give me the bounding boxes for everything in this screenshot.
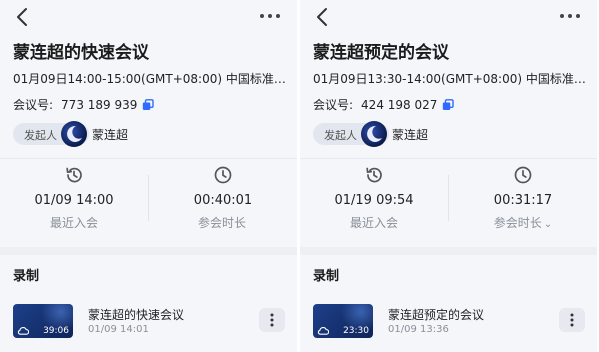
duration-value: 00:40:01 [193, 193, 253, 208]
chevron-down-icon[interactable]: ⌄ [544, 219, 552, 230]
meeting-id-row: 会议号: 424 198 027 [313, 96, 455, 113]
recording-time: 01/09 13:36 [388, 324, 449, 335]
meeting-id-label: 会议号: [13, 98, 54, 112]
meeting-detail-panel-left: 蒙连超的快速会议 01月09日14:00-15:00(GMT+08:00) 中国… [0, 0, 297, 352]
duration-stat: 00:40:01 参会时长 [153, 160, 293, 238]
more-horizontal-icon[interactable] [557, 6, 583, 26]
recording-time: 01/09 14:01 [88, 324, 149, 335]
divider [0, 158, 297, 159]
recording-more-button[interactable] [559, 308, 585, 332]
last-join-label: 最近入会 [349, 216, 398, 230]
history-clock-icon [366, 167, 382, 183]
top-bar [300, 0, 597, 34]
recording-thumbnail[interactable]: 23:30 [313, 304, 373, 338]
top-bar [0, 0, 297, 34]
last-join-stat: 01/19 09:54 最近入会 [304, 160, 444, 238]
last-join-label: 最近入会 [49, 216, 98, 230]
meeting-detail-panel-right: 蒙连超预定的会议 01月09日13:30-14:00(GMT+08:00) 中国… [300, 0, 597, 352]
moon-icon [367, 125, 382, 142]
clock-icon [514, 166, 532, 184]
recordings-section-title: 录制 [313, 269, 340, 284]
avatar[interactable] [61, 121, 87, 147]
meeting-time: 01月09日13:30-14:00(GMT+08:00) 中国标准时间... [313, 72, 591, 86]
recording-name: 蒙连超的快速会议 [88, 308, 185, 322]
recording-duration: 23:30 [343, 326, 369, 336]
section-separator [0, 247, 297, 255]
history-clock-icon [66, 167, 82, 183]
more-vertical-icon [270, 313, 274, 327]
recording-duration: 39:06 [43, 326, 69, 336]
duration-stat[interactable]: 00:31:17 参会时长 ⌄ [453, 160, 593, 238]
chevron-left-icon[interactable] [12, 6, 34, 28]
duration-label-text: 参会时长 [197, 216, 246, 230]
host-label: 发起人 [324, 129, 357, 142]
chevron-left-icon[interactable] [312, 6, 334, 28]
meeting-id-label: 会议号: [313, 98, 354, 112]
meeting-time: 01月09日14:00-15:00(GMT+08:00) 中国标准时间... [13, 72, 291, 86]
recording-name: 蒙连超预定的会议 [388, 308, 485, 322]
host-name: 蒙连超 [392, 128, 429, 142]
divider [300, 158, 597, 159]
section-separator [300, 247, 597, 255]
duration-label[interactable]: 参会时长 ⌄ [453, 214, 593, 231]
more-vertical-icon [570, 313, 574, 327]
last-join-value: 01/19 09:54 [334, 193, 414, 208]
copy-icon[interactable] [442, 98, 455, 111]
divider-vertical [148, 175, 149, 221]
clock-icon [214, 166, 232, 184]
cloud-icon [317, 327, 329, 335]
meeting-id-value: 773 189 939 [61, 97, 138, 112]
cloud-icon [17, 327, 29, 335]
moon-icon [67, 125, 82, 142]
recording-more-button[interactable] [259, 308, 285, 332]
avatar[interactable] [361, 121, 387, 147]
host-label: 发起人 [24, 129, 57, 142]
duration-label: 参会时长 [153, 214, 293, 231]
last-join-stat: 01/09 14:00 最近入会 [4, 160, 144, 238]
divider-vertical [448, 175, 449, 221]
meeting-id-row: 会议号: 773 189 939 [13, 96, 155, 113]
more-horizontal-icon[interactable] [257, 6, 283, 26]
host-name: 蒙连超 [92, 128, 129, 142]
recording-item[interactable]: 39:06 蒙连超的快速会议 01/09 14:01 [0, 298, 297, 342]
duration-label-text: 参会时长 [493, 216, 542, 230]
recordings-section-title: 录制 [13, 269, 40, 284]
recording-item[interactable]: 23:30 蒙连超预定的会议 01/09 13:36 [300, 298, 597, 342]
meeting-title: 蒙连超的快速会议 [13, 43, 149, 63]
duration-value: 00:31:17 [493, 193, 553, 208]
copy-icon[interactable] [142, 98, 155, 111]
recording-thumbnail[interactable]: 39:06 [13, 304, 73, 338]
meeting-id-value: 424 198 027 [361, 97, 438, 112]
meeting-title: 蒙连超预定的会议 [313, 43, 449, 63]
last-join-value: 01/09 14:00 [34, 193, 114, 208]
